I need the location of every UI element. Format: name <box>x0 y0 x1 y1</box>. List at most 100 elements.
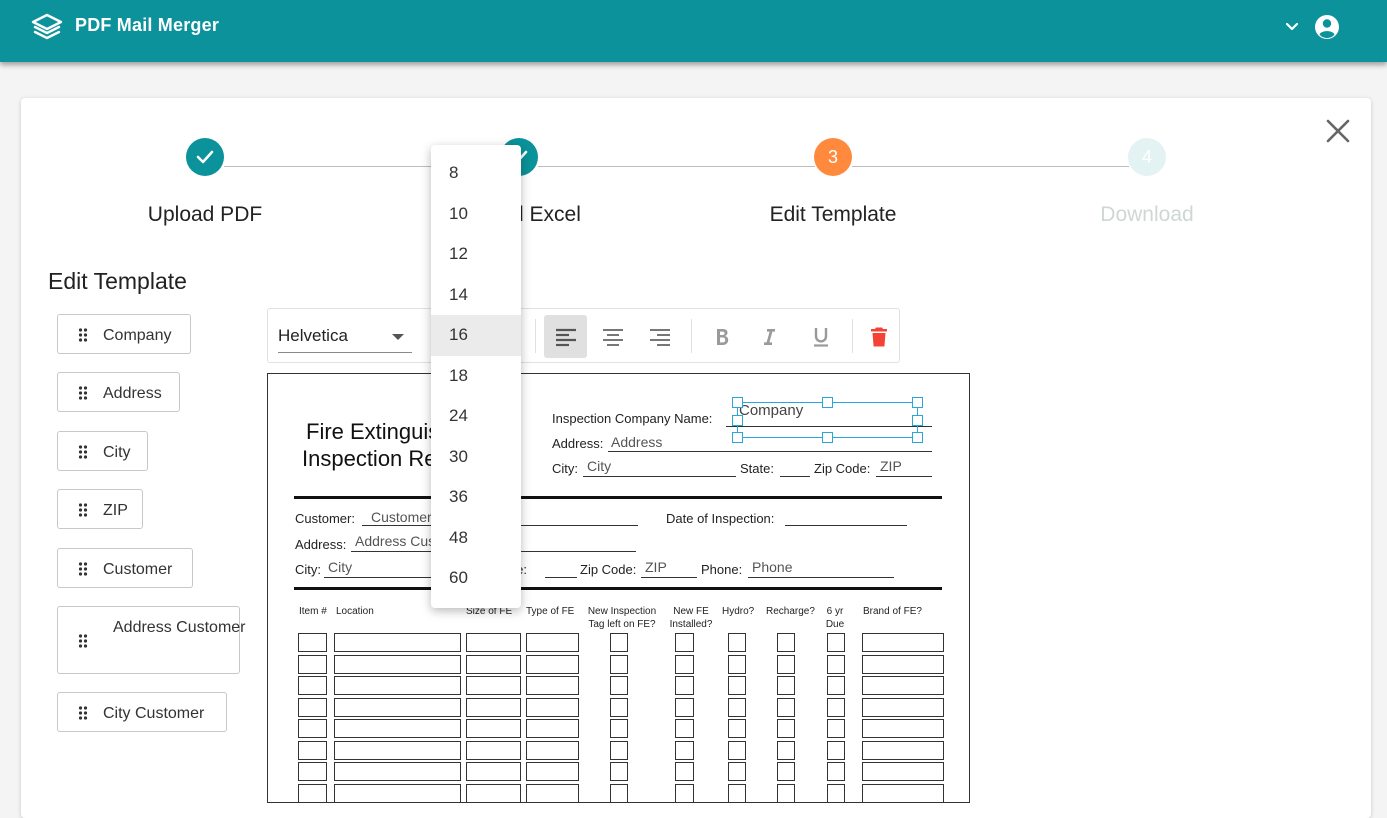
table-cell <box>526 633 579 652</box>
blank-line <box>641 577 697 578</box>
doc-state-label: State: <box>740 461 774 476</box>
field-chip-label: City <box>103 444 131 461</box>
italic-icon <box>763 328 775 345</box>
column-header-new-inspection-tag: New Inspection Tag left on FE? <box>587 606 657 630</box>
section-divider <box>294 587 942 590</box>
field-chip-label: Address Customer <box>113 619 246 636</box>
placed-field-address[interactable]: Address <box>611 434 662 450</box>
font-size-option[interactable]: 18 <box>431 356 521 397</box>
table-cell <box>827 740 845 760</box>
resize-handle[interactable] <box>732 432 743 443</box>
resize-handle[interactable] <box>822 432 833 443</box>
align-right-button[interactable] <box>638 315 681 358</box>
align-left-button[interactable] <box>544 315 587 358</box>
font-size-option[interactable]: 24 <box>431 396 521 437</box>
table-cell <box>334 676 461 695</box>
resize-handle[interactable] <box>912 397 923 408</box>
table-cell <box>777 762 795 781</box>
table-cell <box>862 676 944 695</box>
resize-handle[interactable] <box>912 415 923 426</box>
bold-button[interactable] <box>700 315 743 358</box>
field-chip-city[interactable]: City <box>57 431 148 471</box>
underline-button[interactable] <box>799 315 842 358</box>
font-size-option[interactable]: 30 <box>431 437 521 478</box>
table-cell <box>334 719 461 738</box>
font-size-option[interactable]: 8 <box>431 153 521 194</box>
table-cell <box>777 697 795 717</box>
step-connector <box>852 166 1129 167</box>
resize-handle[interactable] <box>732 397 743 408</box>
table-cell <box>466 654 521 674</box>
doc-address-label: Address: <box>552 436 604 451</box>
field-chip-label: Company <box>103 327 172 344</box>
customer-address-label: Address: <box>295 537 347 552</box>
step-1-done <box>186 138 224 176</box>
font-size-option[interactable]: 36 <box>431 477 521 518</box>
font-size-option[interactable]: 10 <box>431 194 521 235</box>
blank-line <box>780 476 810 477</box>
column-header-hydro: Hydro? <box>722 606 755 617</box>
font-size-option[interactable]: 60 <box>431 558 521 599</box>
table-cell <box>827 783 845 802</box>
section-divider <box>294 496 942 499</box>
placed-field-city[interactable]: City <box>587 458 611 474</box>
table-cell <box>728 654 746 674</box>
dropdown-arrow-icon <box>392 334 404 340</box>
field-chip-label: Address <box>103 385 162 402</box>
field-chip-company[interactable]: Company <box>57 314 191 354</box>
table-cell <box>862 697 944 717</box>
underline-icon <box>813 327 828 347</box>
table-cell <box>466 762 521 781</box>
format-toolbar: Helvetica <box>267 308 900 363</box>
font-size-option[interactable]: 48 <box>431 518 521 559</box>
placed-field-city-customer[interactable]: City <box>328 559 352 575</box>
table-cell <box>675 654 694 674</box>
table-cell <box>675 740 694 760</box>
step-label-edit-template: Edit Template <box>769 203 897 226</box>
chevron-down-icon[interactable] <box>1283 17 1301 35</box>
blank-line <box>876 476 932 477</box>
table-cell <box>334 633 461 652</box>
italic-button[interactable] <box>747 315 790 358</box>
font-size-option[interactable]: 16 <box>431 315 521 356</box>
table-cell <box>610 697 628 717</box>
customer-zip-label: Zip Code: <box>580 562 637 577</box>
column-header-item: Item # <box>299 606 327 617</box>
field-chip-city-customer[interactable]: City Customer <box>57 692 227 732</box>
font-size-option[interactable]: 12 <box>431 234 521 275</box>
drag-handle-icon <box>78 386 88 400</box>
table-cell <box>526 719 579 738</box>
resize-handle[interactable] <box>822 397 833 408</box>
table-cell <box>610 676 628 695</box>
font-family-select[interactable]: Helvetica <box>278 317 412 353</box>
step-label-download: Download <box>1100 203 1194 226</box>
table-cell <box>675 633 694 652</box>
placed-field-phone[interactable]: Phone <box>752 559 792 575</box>
table-cell <box>777 676 795 695</box>
table-cell <box>827 762 845 781</box>
placed-field-customer[interactable]: Customer <box>371 509 432 525</box>
pdf-canvas[interactable]: Fire Extinguisher Inspection Report Insp… <box>267 373 970 803</box>
section-title: Edit Template <box>48 268 187 294</box>
close-icon[interactable] <box>1325 118 1351 144</box>
field-chip-address[interactable]: Address <box>57 372 180 412</box>
delete-field-button[interactable] <box>857 315 900 358</box>
placed-field-zip[interactable]: ZIP <box>880 458 902 474</box>
blank-line <box>785 525 907 526</box>
field-chip-zip[interactable]: ZIP <box>57 489 143 529</box>
account-circle-icon[interactable] <box>1312 12 1342 42</box>
align-center-button[interactable] <box>591 315 634 358</box>
table-cell <box>827 654 845 674</box>
placed-field-zip-customer[interactable]: ZIP <box>645 559 667 575</box>
field-chip-address-customer[interactable]: Address Customer <box>57 606 246 674</box>
table-cell <box>862 762 944 781</box>
table-cell <box>526 762 579 781</box>
resize-handle[interactable] <box>732 415 743 426</box>
table-cell <box>675 783 694 802</box>
table-cell <box>526 676 579 695</box>
blank-line <box>324 577 444 578</box>
field-chip-customer[interactable]: Customer <box>57 548 193 588</box>
resize-handle[interactable] <box>912 432 923 443</box>
table-cell <box>675 762 694 781</box>
font-size-option[interactable]: 14 <box>431 275 521 316</box>
